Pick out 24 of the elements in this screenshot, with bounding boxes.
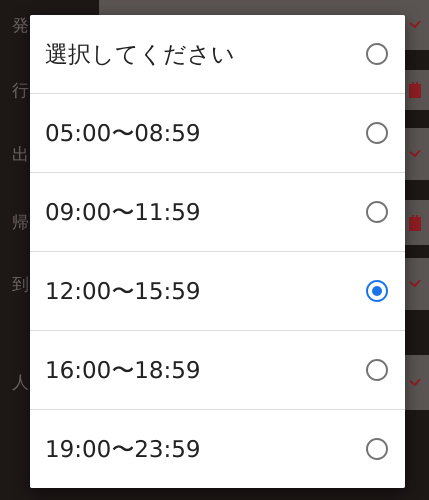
calendar-icon	[409, 82, 421, 98]
radio-button[interactable]	[366, 359, 388, 381]
radio-button[interactable]	[366, 122, 388, 144]
radio-button[interactable]	[366, 201, 388, 223]
radio-button[interactable]	[366, 43, 388, 65]
option-row[interactable]: 選択してください	[30, 15, 405, 94]
calendar-icon	[409, 214, 421, 230]
chevron-icon	[409, 21, 421, 29]
chevron-icon	[409, 150, 421, 158]
radio-button[interactable]	[366, 438, 388, 460]
option-row[interactable]: 05:00〜08:59	[30, 94, 405, 173]
field-label: 行	[12, 80, 29, 102]
field-label: 帰	[12, 212, 29, 234]
option-row[interactable]: 19:00〜23:59	[30, 410, 405, 488]
chevron-icon	[409, 378, 421, 386]
option-row[interactable]: 16:00〜18:59	[30, 331, 405, 410]
field-label: 到	[12, 274, 29, 296]
option-row[interactable]: 12:00〜15:59	[30, 252, 405, 331]
option-row[interactable]: 09:00〜11:59	[30, 173, 405, 252]
field-label: 発	[12, 14, 29, 36]
field-label: 人	[12, 372, 29, 394]
radio-button[interactable]	[366, 280, 388, 302]
chevron-icon	[409, 280, 421, 288]
field-label: 出	[12, 144, 29, 166]
